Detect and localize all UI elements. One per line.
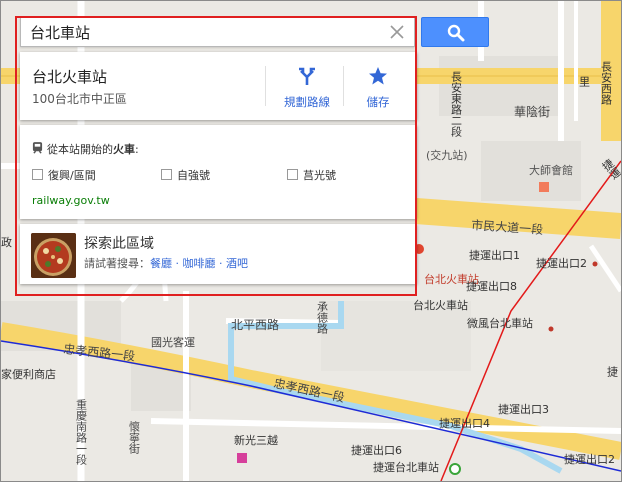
railway-link[interactable]: railway.gov.tw [32,194,110,207]
map-poi-dot [548,326,554,332]
map-label-jiaosan: (交九站) [426,148,468,162]
directions-button[interactable]: 規劃路線 [269,52,345,120]
search-input[interactable] [30,22,380,42]
map-label-exit-bottom: 捷運出口2 [564,452,615,466]
map-label-convenience: 家便利商店 [1,367,56,381]
map-label-beiping: 北平西路 [231,317,279,332]
map-label-shinkong: 新光三越 [234,433,278,447]
train-heading-bold: 火車 [113,143,135,156]
map-label-huayin: 華陰街 [514,105,550,119]
map-label-lei: 里 [578,76,591,87]
save-label: 儲存 [366,95,390,109]
train-heading-prefix: 從本站開始的 [47,143,113,156]
map-label-daxu: 大師會館 [529,163,573,177]
place-info-panel: 台北火車站 100台北市中正區 規劃路線 儲存 從本站開始的火車: 復興/區間 … [17,49,418,295]
train-card: 從本站開始的火車: 復興/區間 自強號 莒光號 railway.gov.tw [20,125,417,219]
separator: · [219,257,223,270]
train-option-2[interactable]: 自強號 [161,167,210,183]
directions-label: 規劃路線 [284,95,330,109]
map-label-mrt-taipei: 捷運台北車站 [373,460,439,474]
map-poi-dot [592,261,598,267]
map-label-exit2: 捷運出口2 [536,256,587,270]
map-label-chengde: 承德路 [316,301,329,335]
map-label-kuokuang: 國光客運 [151,335,195,349]
train-option-label: 自強號 [177,169,210,182]
separator: · [175,257,180,270]
explore-prompt: 請試著搜尋： [84,257,150,270]
explore-link-cafes[interactable]: 咖啡廳 [183,257,216,270]
map-label-exit8: 捷運出口8 [466,279,517,293]
map-label-changan-e: 長安東路二段 [450,71,463,138]
search-icon [447,24,465,42]
train-heading: 從本站開始的火車: [32,141,139,157]
food-thumbnail[interactable] [31,233,76,278]
map-label-mrt-vert2: 捷 [606,365,619,378]
explore-card: 探索此區域 請試著搜尋：餐廳 · 咖啡廳 · 酒吧 [20,224,417,284]
search-box[interactable] [20,17,415,47]
train-icon [32,142,43,154]
map-label-exit3: 捷運出口3 [498,402,549,416]
map-label-exit1: 捷運出口1 [469,248,520,262]
metro-station-icon[interactable] [449,463,461,475]
map-label-changan-w: 長安西路 [600,61,613,106]
explore-link-bars[interactable]: 酒吧 [226,257,248,270]
window-frame: 長安東路二段 長安西路 里 華陰街 (交九站) 大師會館 捷運 市民大道一段 捷… [0,0,622,482]
train-option-1[interactable]: 復興/區間 [32,167,96,183]
clear-search-icon[interactable] [386,21,408,43]
map-label-zheng: 政 [1,235,12,249]
train-heading-suffix: : [135,143,139,156]
checkbox[interactable] [161,169,172,180]
place-name: 台北火車站 [32,68,108,86]
map-label-exit6: 捷運出口6 [351,443,402,457]
star-icon [369,67,387,85]
explore-suggestions: 請試著搜尋：餐廳 · 咖啡廳 · 酒吧 [84,255,248,271]
train-option-label: 復興/區間 [48,169,96,182]
explore-link-restaurants[interactable]: 餐廳 [150,257,172,270]
shopping-icon [237,453,247,463]
checkbox[interactable] [287,169,298,180]
save-button[interactable]: 儲存 [340,52,416,120]
place-card: 台北火車站 100台北市中正區 規劃路線 儲存 [20,52,417,120]
map-label-chongqing: 重慶南路一段 [75,398,88,466]
search-button[interactable] [421,17,489,47]
train-option-3[interactable]: 莒光號 [287,167,336,183]
place-address: 100台北市中正區 [32,92,127,106]
divider [265,66,266,106]
map-label-huaining: 懷寧街 [128,421,141,455]
pizza-image [31,233,76,278]
map-label-weifeng: 微風台北車站 [467,316,533,330]
checkbox[interactable] [32,169,43,180]
map-label-taipei-train: 台北火車站 [413,298,468,312]
map-label-exit4: 捷運出口4 [439,416,490,430]
train-option-label: 莒光號 [303,169,336,182]
directions-icon [299,67,315,85]
hotel-icon [539,182,549,192]
explore-title: 探索此區域 [84,236,154,252]
